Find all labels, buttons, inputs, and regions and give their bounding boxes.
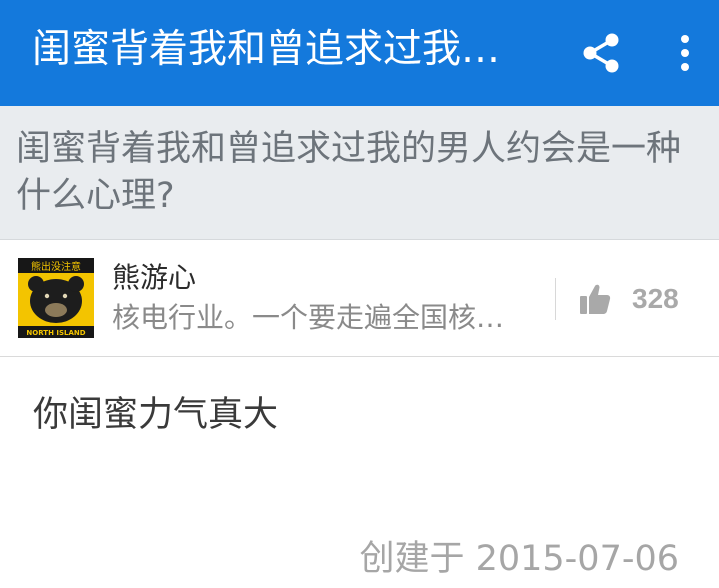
author-bio: 核电行业。一个要走遍全国核… (112, 301, 505, 334)
more-vert-icon (681, 35, 689, 71)
vote-count: 328 (632, 283, 679, 314)
app-bar-title: 闺蜜背着我和曾追求过我… (32, 27, 501, 72)
divider (555, 278, 556, 320)
avatar-bottom-text: NORTH ISLAND (26, 329, 85, 337)
created-date: 创建于 2015-07-06 (359, 539, 679, 579)
avatar[interactable]: 熊出没注意 NORTH ISLAND (18, 258, 94, 338)
avatar-image: 熊出没注意 NORTH ISLAND (18, 258, 94, 338)
share-icon (583, 33, 619, 73)
avatar-top-text: 熊出没注意 (31, 260, 81, 273)
share-button[interactable] (574, 26, 628, 80)
upvote-button[interactable]: 328 (578, 276, 698, 322)
thumbs-up-icon (580, 284, 611, 314)
answer-author-bar: 熊出没注意 NORTH ISLAND 熊游心 核电行业。一个要走遍全国核… 32… (0, 240, 719, 357)
answer-content: 你闺蜜力气真大 (33, 395, 279, 435)
question-title: 闺蜜背着我和曾追求过我的男人约会是一种什么心理? (16, 129, 682, 216)
author-name[interactable]: 熊游心 (112, 260, 196, 296)
question-header[interactable]: 闺蜜背着我和曾追求过我的男人约会是一种什么心理? (0, 106, 719, 240)
more-options-button[interactable] (658, 26, 712, 80)
app-bar: 闺蜜背着我和曾追求过我… (0, 0, 719, 106)
